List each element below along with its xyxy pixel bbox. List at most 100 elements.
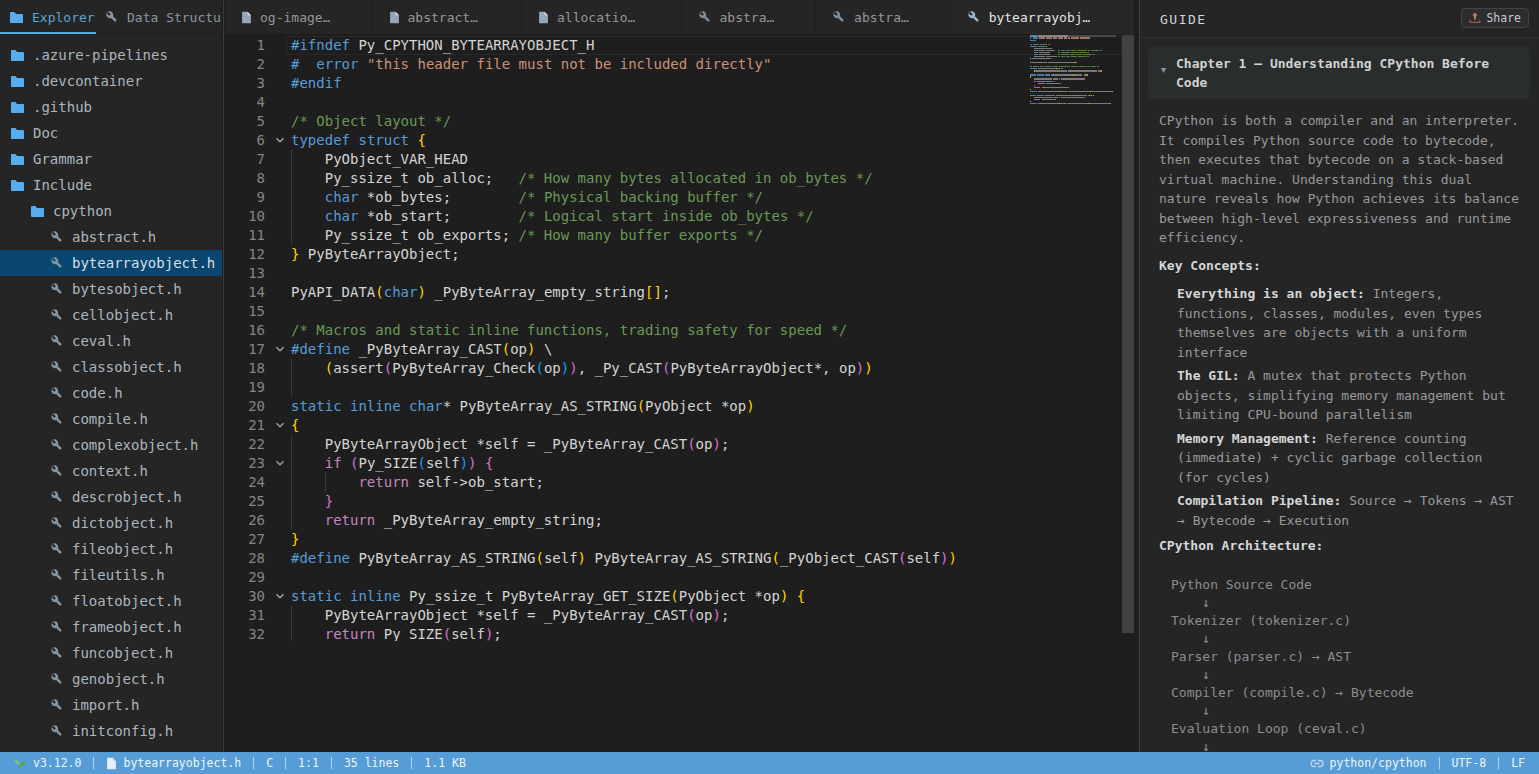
- wrench-icon: [105, 10, 119, 24]
- line-number: 1: [225, 36, 265, 55]
- status-filename[interactable]: bytearrayobject.h: [106, 756, 241, 770]
- tree-item-bytesobject-h[interactable]: bytesobject.h: [0, 276, 222, 302]
- status-language[interactable]: C: [266, 756, 273, 770]
- code-line-22[interactable]: 22 PyByteArrayObject *self = _PyByteArra…: [225, 435, 1135, 454]
- tree-item--devcontainer[interactable]: .devcontainer: [0, 68, 222, 94]
- line-number: 29: [225, 568, 265, 587]
- status-separator: [411, 757, 412, 769]
- tree-item-fileutils-h[interactable]: fileutils.h: [0, 562, 222, 588]
- tree-item-genobject-h[interactable]: genobject.h: [0, 666, 222, 692]
- tree-item-complexobject-h[interactable]: complexobject.h: [0, 432, 222, 458]
- editor-scrollbar-thumb[interactable]: [1122, 35, 1134, 633]
- code-line-9[interactable]: 9 char *ob_bytes; /* Physical backing bu…: [225, 188, 1135, 207]
- code-line-29[interactable]: 29: [225, 568, 1135, 587]
- code-line-1[interactable]: 1#ifndef Py_CPYTHON_BYTEARRAYOBJECT_H: [225, 36, 1135, 55]
- tree-item-Include[interactable]: Include: [0, 172, 222, 198]
- fold-chevron-icon[interactable]: [269, 131, 291, 150]
- tree-item--azure-pipelines[interactable]: .azure-pipelines: [0, 42, 222, 68]
- status-repo-link[interactable]: python/cpython: [1310, 756, 1427, 770]
- status-version[interactable]: v3.12.0: [13, 756, 81, 770]
- status-encoding[interactable]: UTF-8: [1452, 756, 1487, 770]
- tree-item-cellobject-h[interactable]: cellobject.h: [0, 302, 222, 328]
- code-line-4[interactable]: 4: [225, 93, 1135, 112]
- tree-item--github[interactable]: .github: [0, 94, 222, 120]
- editor-tab-2[interactable]: abstract…: [373, 0, 523, 34]
- wrench-icon: [50, 568, 64, 582]
- fold-chevron-icon[interactable]: [269, 416, 291, 435]
- editor-tab-6[interactable]: bytearrayobj…: [951, 0, 1135, 34]
- code-editor[interactable]: 1#ifndef Py_CPYTHON_BYTEARRAYOBJECT_H2# …: [225, 34, 1135, 641]
- tree-item-code-h[interactable]: code.h: [0, 380, 222, 406]
- tree-item-context-h[interactable]: context.h: [0, 458, 222, 484]
- guide-panel-title: GUIDE: [1160, 12, 1207, 27]
- code-line-5[interactable]: 5/* Object layout */: [225, 112, 1135, 131]
- minimap[interactable]: [1030, 35, 1116, 109]
- code-line-7[interactable]: 7 PyObject_VAR_HEAD: [225, 150, 1135, 169]
- code-line-20[interactable]: 20static inline char* PyByteArray_AS_STR…: [225, 397, 1135, 416]
- code-line-30[interactable]: 30static inline Py_ssize_t PyByteArray_G…: [225, 587, 1135, 606]
- line-number: 23: [225, 454, 265, 473]
- code-line-16[interactable]: 16/* Macros and static inline functions,…: [225, 321, 1135, 340]
- code-line-6[interactable]: 6typedef struct {: [225, 131, 1135, 150]
- tree-item-floatobject-h[interactable]: floatobject.h: [0, 588, 222, 614]
- tree-item-import-h[interactable]: import.h: [0, 692, 222, 718]
- line-number: 5: [225, 112, 265, 131]
- chapter-header[interactable]: ▾ Chapter 1 — Understanding CPython Befo…: [1148, 46, 1530, 99]
- code-line-32[interactable]: 32 return Py_SIZE(self);: [225, 625, 1135, 642]
- tree-item-classobject-h[interactable]: classobject.h: [0, 354, 222, 380]
- code-line-19[interactable]: 19: [225, 378, 1135, 397]
- code-line-17[interactable]: 17#define _PyByteArray_CAST(op) \: [225, 340, 1135, 359]
- tree-item-fileobject-h[interactable]: fileobject.h: [0, 536, 222, 562]
- code-line-12[interactable]: 12} PyByteArrayObject;: [225, 245, 1135, 264]
- code-line-23[interactable]: 23 if (Py_SIZE(self)) {: [225, 454, 1135, 473]
- tree-item-bytearrayobject-h[interactable]: bytearrayobject.h: [0, 250, 222, 276]
- code-line-24[interactable]: 24 return self->ob_start;: [225, 473, 1135, 492]
- fold-chevron-icon[interactable]: [269, 454, 291, 473]
- code-line-8[interactable]: 8 Py_ssize_t ob_alloc; /* How many bytes…: [225, 169, 1135, 188]
- tree-item-frameobject-h[interactable]: frameobject.h: [0, 614, 222, 640]
- code-line-2[interactable]: 2# error "this header file must not be i…: [225, 55, 1135, 74]
- tree-item-cpython[interactable]: cpython: [0, 198, 222, 224]
- code-line-10[interactable]: 10 char *ob_start; /* Logical start insi…: [225, 207, 1135, 226]
- sidebar-tab-explorer[interactable]: Explorer: [0, 0, 96, 34]
- tree-item-ceval-h[interactable]: ceval.h: [0, 328, 222, 354]
- tree-item-dictobject-h[interactable]: dictobject.h: [0, 510, 222, 536]
- fold-chevron-icon[interactable]: [269, 340, 291, 359]
- editor-tab-5[interactable]: abstra…: [816, 0, 951, 34]
- code-line-21[interactable]: 21{: [225, 416, 1135, 435]
- code-line-15[interactable]: 15: [225, 302, 1135, 321]
- concept-item-1: Everything is an object: Integers, funct…: [1177, 284, 1517, 362]
- line-number: 4: [225, 93, 265, 112]
- code-line-25[interactable]: 25 }: [225, 492, 1135, 511]
- tree-item-initconfig-h[interactable]: initconfig.h: [0, 718, 222, 744]
- status-file-size[interactable]: 1.1 KB: [424, 756, 466, 770]
- tree-item-abstract-h[interactable]: abstract.h: [0, 224, 222, 250]
- code-line-31[interactable]: 31 PyByteArrayObject *self = _PyByteArra…: [225, 606, 1135, 625]
- tree-item-funcobject-h[interactable]: funcobject.h: [0, 640, 222, 666]
- sidebar-tab-data-structures[interactable]: Data Structures: [96, 0, 222, 34]
- tree-item-Grammar[interactable]: Grammar: [0, 146, 222, 172]
- code-line-3[interactable]: 3#endif: [225, 74, 1135, 93]
- share-button[interactable]: Share: [1461, 8, 1529, 28]
- editor-tab-3[interactable]: allocatio…: [522, 0, 681, 34]
- code-line-28[interactable]: 28#define PyByteArray_AS_STRING(self) Py…: [225, 549, 1135, 568]
- status-eol[interactable]: LF: [1511, 756, 1525, 770]
- editor-tab-4[interactable]: abstra…: [682, 0, 817, 34]
- code-line-18[interactable]: 18 (assert(PyByteArray_Check(op)), _Py_C…: [225, 359, 1135, 378]
- wrench-icon: [50, 672, 64, 686]
- file-tree: .azure-pipelines.devcontainer.githubDocG…: [0, 42, 222, 744]
- tree-item-Doc[interactable]: Doc: [0, 120, 222, 146]
- code-line-14[interactable]: 14PyAPI_DATA(char) _PyByteArray_empty_st…: [225, 283, 1135, 302]
- concept-label: The GIL:: [1177, 368, 1240, 383]
- code-line-26[interactable]: 26 return _PyByteArray_empty_string;: [225, 511, 1135, 530]
- status-cursor-position[interactable]: 1:1: [298, 756, 319, 770]
- tree-item-compile-h[interactable]: compile.h: [0, 406, 222, 432]
- status-line-count[interactable]: 35 lines: [344, 756, 399, 770]
- line-number: 15: [225, 302, 265, 321]
- code-line-13[interactable]: 13: [225, 264, 1135, 283]
- code-line-27[interactable]: 27}: [225, 530, 1135, 549]
- editor-tab-1[interactable]: og-image…: [225, 0, 373, 34]
- tree-item-descrobject-h[interactable]: descrobject.h: [0, 484, 222, 510]
- code-line-11[interactable]: 11 Py_ssize_t ob_exports; /* How many bu…: [225, 226, 1135, 245]
- fold-chevron-icon[interactable]: [269, 587, 291, 606]
